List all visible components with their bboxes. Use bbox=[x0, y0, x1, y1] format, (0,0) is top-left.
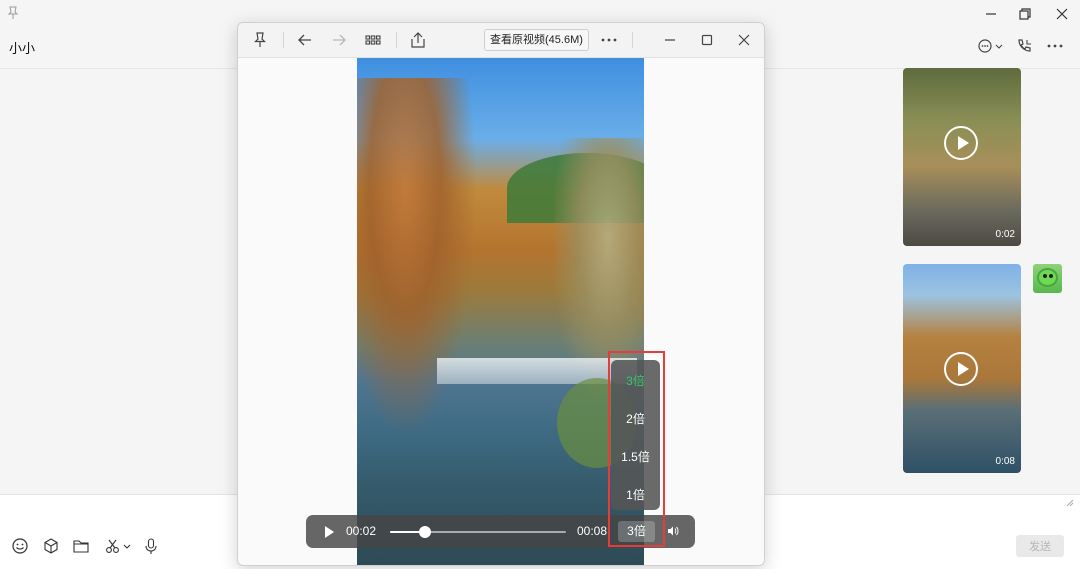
toolbar-divider bbox=[396, 32, 397, 48]
resize-grip-icon[interactable] bbox=[1066, 499, 1074, 507]
folder-icon[interactable] bbox=[72, 537, 90, 555]
close-icon[interactable] bbox=[735, 31, 753, 49]
toolbar-divider bbox=[283, 32, 284, 48]
avatar[interactable] bbox=[1033, 264, 1062, 293]
viewer-toolbar: 查看原视频(45.6M) bbox=[238, 23, 764, 58]
emoji-icon[interactable] bbox=[11, 537, 29, 555]
volume-icon[interactable] bbox=[667, 525, 679, 537]
pin-icon[interactable] bbox=[6, 6, 20, 20]
more-options-icon[interactable] bbox=[600, 31, 618, 49]
video-content bbox=[357, 78, 477, 438]
video-message-2[interactable]: 0:08 bbox=[903, 264, 1021, 473]
send-button[interactable]: 发送 bbox=[1016, 535, 1064, 557]
play-icon[interactable] bbox=[944, 352, 978, 386]
play-icon[interactable] bbox=[944, 126, 978, 160]
close-icon[interactable] bbox=[1053, 5, 1071, 23]
highlight-annotation bbox=[608, 351, 665, 547]
arrow-right-icon[interactable] bbox=[330, 31, 348, 49]
chat-title: 小小 bbox=[9, 41, 36, 56]
video-duration: 0:02 bbox=[995, 229, 1015, 240]
arrow-left-icon[interactable] bbox=[296, 31, 314, 49]
more-options-icon[interactable] bbox=[1046, 37, 1064, 55]
toolbar-divider bbox=[632, 32, 633, 48]
chat-bubble-dropdown-icon[interactable] bbox=[976, 37, 1004, 55]
minimize-icon[interactable] bbox=[982, 5, 1000, 23]
pin-icon[interactable] bbox=[251, 31, 269, 49]
progress-knob[interactable] bbox=[419, 526, 432, 538]
progress-slider[interactable] bbox=[390, 526, 566, 538]
screenshot-scissors-icon[interactable] bbox=[104, 537, 132, 555]
view-original-video-button[interactable]: 查看原视频(45.6M) bbox=[484, 29, 589, 51]
maximize-icon[interactable] bbox=[698, 31, 716, 49]
current-time: 00:02 bbox=[346, 524, 377, 538]
restore-icon[interactable] bbox=[1016, 5, 1034, 23]
play-icon[interactable] bbox=[325, 526, 334, 538]
total-time: 00:08 bbox=[577, 524, 608, 538]
export-icon[interactable] bbox=[409, 31, 427, 49]
video-duration: 0:08 bbox=[995, 456, 1015, 467]
video-message-1[interactable]: 0:02 bbox=[903, 68, 1021, 246]
call-icon[interactable] bbox=[1015, 37, 1033, 55]
microphone-icon[interactable] bbox=[142, 537, 160, 555]
video-viewer-window: 查看原视频(45.6M) 3倍 2倍 1.5倍 1倍 00:02 00:08 3… bbox=[237, 22, 765, 566]
cube-icon[interactable] bbox=[42, 537, 60, 555]
grid-icon[interactable] bbox=[364, 31, 382, 49]
video-frame[interactable] bbox=[357, 58, 644, 565]
minimize-icon[interactable] bbox=[661, 31, 679, 49]
